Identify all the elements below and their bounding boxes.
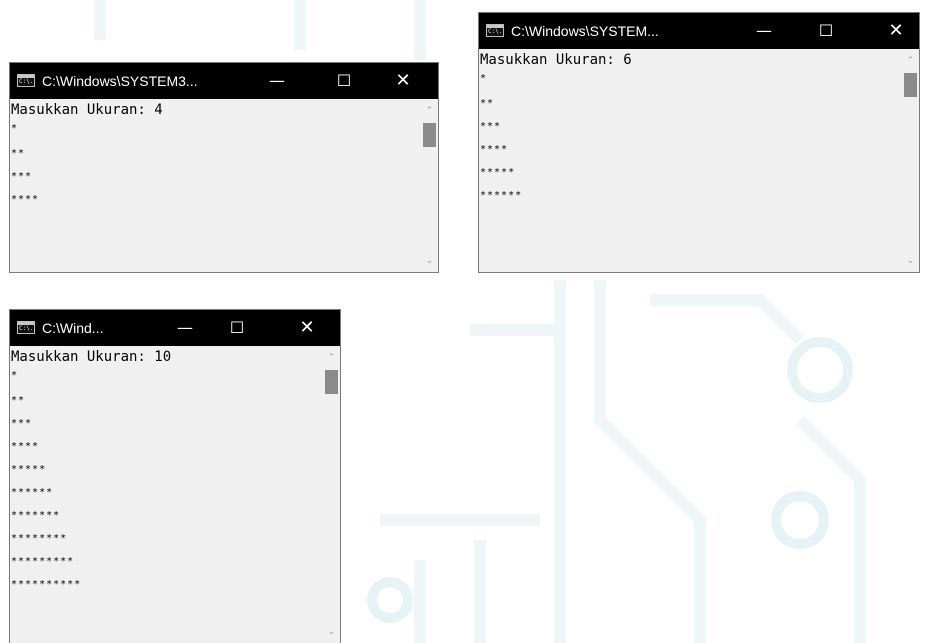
output-line: **** [11,194,40,205]
output-line: **** [11,441,40,452]
title-bar[interactable]: C:\. C:\Windows\SYSTEM3... — ☐ ✕ [10,63,438,99]
prompt-line: Masukkan Ukuran: 6 [480,52,632,68]
minimize-button[interactable]: — [741,13,787,49]
close-button[interactable]: ✕ [284,310,330,346]
minimize-button[interactable]: — [162,310,208,346]
output-line: * [480,73,488,84]
prompt-line: Masukkan Ukuran: 4 [11,102,163,118]
maximize-button[interactable]: ☐ [803,13,849,49]
output-line: ***** [480,167,516,178]
output-line: ********** [11,579,82,590]
scroll-up-arrow-icon[interactable]: ⌃ [323,350,340,367]
output-line: ** [480,98,495,109]
title-bar[interactable]: C:\. C:\Wind... — ☐ ✕ [10,310,340,346]
output-line: ** [11,395,26,406]
close-button[interactable]: ✕ [873,13,919,49]
maximize-button[interactable]: ☐ [214,310,260,346]
vertical-scrollbar[interactable]: ⌃ ⌄ [902,49,919,272]
console-output[interactable]: Masukkan Ukuran: 10 * ** *** **** ***** … [10,346,323,643]
maximize-button[interactable]: ☐ [321,63,367,99]
output-line: ****** [11,487,54,498]
output-line: **** [480,144,509,155]
console-window-2[interactable]: C:\. C:\Windows\SYSTEM... — ☐ ✕ Masukkan… [479,13,919,272]
output-line: * [11,370,19,381]
console-output[interactable]: Masukkan Ukuran: 6 * ** *** **** ***** *… [479,49,902,272]
scroll-up-arrow-icon[interactable]: ⌃ [421,103,438,120]
scroll-down-arrow-icon[interactable]: ⌄ [323,624,340,641]
output-line: *** [11,171,33,182]
scroll-down-arrow-icon[interactable]: ⌄ [902,253,919,270]
window-title: C:\Wind... [42,320,104,336]
output-line: *** [11,418,33,429]
prompt-line: Masukkan Ukuran: 10 [11,349,172,365]
output-line: ****** [480,190,523,201]
output-line: *** [480,121,502,132]
output-line: * [11,123,19,134]
output-line: ******** [11,533,68,544]
output-line: ** [11,148,26,159]
console-app-icon: C:\. [486,24,504,37]
scroll-thumb[interactable] [904,73,917,97]
console-app-icon: C:\. [17,321,35,334]
minimize-button[interactable]: — [254,63,300,99]
window-title: C:\Windows\SYSTEM... [511,23,659,39]
console-window-3[interactable]: C:\. C:\Wind... — ☐ ✕ Masukkan Ukuran: 1… [10,310,340,643]
console-app-icon: C:\. [17,74,35,87]
output-line: ***** [11,464,47,475]
scroll-up-arrow-icon[interactable]: ⌃ [902,53,919,70]
title-bar[interactable]: C:\. C:\Windows\SYSTEM... — ☐ ✕ [479,13,919,49]
console-output[interactable]: Masukkan Ukuran: 4 * ** *** **** [10,99,421,272]
scroll-down-arrow-icon[interactable]: ⌄ [421,253,438,270]
output-line: ******* [11,510,61,521]
window-title: C:\Windows\SYSTEM3... [42,73,198,89]
close-button[interactable]: ✕ [380,63,426,99]
vertical-scrollbar[interactable]: ⌃ ⌄ [421,99,438,272]
vertical-scrollbar[interactable]: ⌃ ⌄ [323,346,340,643]
scroll-thumb[interactable] [325,370,338,394]
console-window-1[interactable]: C:\. C:\Windows\SYSTEM3... — ☐ ✕ Masukka… [10,63,438,272]
output-line: ********* [11,556,75,567]
scroll-thumb[interactable] [423,123,436,147]
